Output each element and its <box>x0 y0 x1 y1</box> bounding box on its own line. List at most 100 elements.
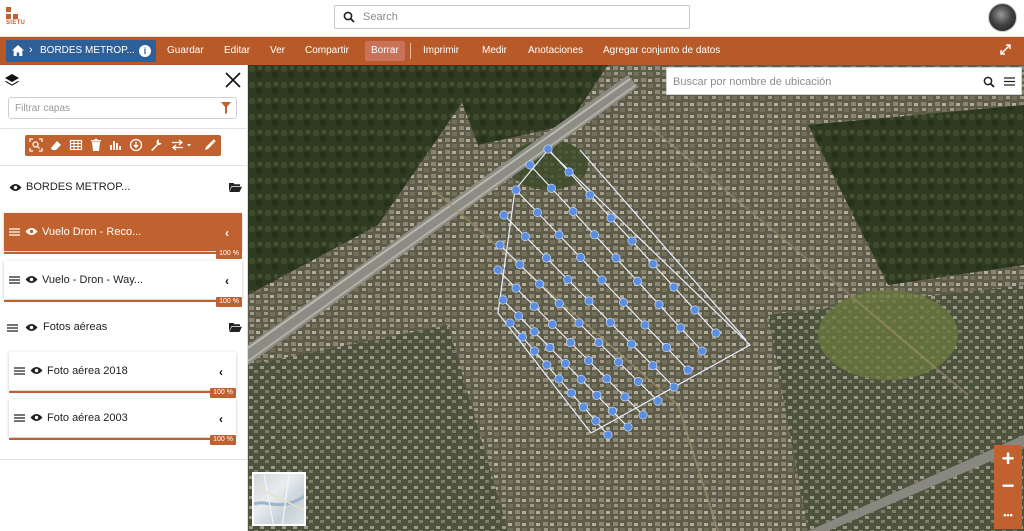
menu-medir[interactable]: Medir <box>482 37 507 65</box>
waypoint-marker[interactable] <box>591 416 601 426</box>
swap-icon[interactable] <box>171 138 193 152</box>
drag-handle-icon[interactable] <box>7 324 18 332</box>
filter-layers-input[interactable] <box>15 101 215 115</box>
chart-icon[interactable] <box>109 138 123 152</box>
drag-handle-icon[interactable] <box>14 367 25 375</box>
waypoint-marker[interactable] <box>515 260 525 270</box>
location-search[interactable] <box>666 67 1022 95</box>
waypoint-marker[interactable] <box>603 430 613 440</box>
waypoint-marker[interactable] <box>493 265 503 275</box>
waypoint-marker[interactable] <box>669 382 679 392</box>
waypoint-marker[interactable] <box>574 318 584 328</box>
waypoint-marker[interactable] <box>534 279 544 289</box>
waypoint-marker[interactable] <box>585 190 595 200</box>
waypoint-marker[interactable] <box>626 339 636 349</box>
waypoint-marker[interactable] <box>541 253 551 263</box>
chevron-left-icon[interactable]: ‹ <box>225 274 229 288</box>
eye-icon[interactable] <box>25 227 38 236</box>
menu-borrar[interactable]: Borrar <box>365 41 405 61</box>
waypoint-marker[interactable] <box>525 160 535 170</box>
eye-icon[interactable] <box>25 323 38 332</box>
waypoint-marker[interactable] <box>711 328 721 338</box>
waypoint-marker[interactable] <box>653 396 663 406</box>
download-icon[interactable] <box>129 138 143 152</box>
drag-handle-icon[interactable] <box>9 276 20 284</box>
waypoint-marker[interactable] <box>697 346 707 356</box>
global-search[interactable] <box>334 5 690 29</box>
waypoint-marker[interactable] <box>613 357 623 367</box>
waypoint-marker[interactable] <box>669 282 679 292</box>
waypoint-marker[interactable] <box>560 358 570 368</box>
waypoint-marker[interactable] <box>546 183 556 193</box>
waypoint-marker[interactable] <box>592 390 602 400</box>
waypoint-marker[interactable] <box>611 253 621 263</box>
menu-compartir[interactable]: Compartir <box>305 37 349 65</box>
waypoint-marker[interactable] <box>517 332 527 342</box>
waypoint-marker[interactable] <box>602 374 612 384</box>
chevron-left-icon[interactable]: ‹ <box>219 365 223 379</box>
waypoint-marker[interactable] <box>683 365 693 375</box>
opacity-bar[interactable] <box>4 300 242 302</box>
waypoint-marker[interactable] <box>594 337 604 347</box>
waypoint-marker[interactable] <box>661 342 671 352</box>
waypoint-marker[interactable] <box>520 232 530 242</box>
waypoint-marker[interactable] <box>597 275 607 285</box>
waypoint-marker[interactable] <box>606 213 616 223</box>
menu-guardar[interactable]: Guardar <box>167 37 204 65</box>
waypoint-marker[interactable] <box>648 360 658 370</box>
zoom-to-layer-icon[interactable] <box>29 138 43 152</box>
waypoint-marker[interactable] <box>654 300 664 310</box>
chevron-left-icon[interactable]: ‹ <box>219 412 223 426</box>
waypoint-marker[interactable] <box>568 207 578 217</box>
filter-icon[interactable] <box>221 102 231 114</box>
menu-editar[interactable]: Editar <box>224 37 250 65</box>
waypoint-marker[interactable] <box>584 356 594 366</box>
eye-icon[interactable] <box>30 413 43 422</box>
drag-handle-icon[interactable] <box>14 414 25 422</box>
waypoint-marker[interactable] <box>529 327 539 337</box>
drag-handle-icon[interactable] <box>9 228 20 236</box>
waypoint-marker[interactable] <box>565 337 575 347</box>
waypoint-marker[interactable] <box>499 210 509 220</box>
waypoint-marker[interactable] <box>690 305 700 315</box>
waypoint-marker[interactable] <box>564 167 574 177</box>
waypoint-marker[interactable] <box>554 374 564 384</box>
waypoint-marker[interactable] <box>554 299 564 309</box>
waypoint-marker[interactable] <box>675 323 685 333</box>
waypoint-marker[interactable] <box>532 208 542 218</box>
close-icon[interactable] <box>224 71 242 89</box>
layer-vuelo-dron-way[interactable]: Vuelo - Dron - Way... ‹ 100 % <box>4 261 242 307</box>
waypoint-marker[interactable] <box>605 318 615 328</box>
waypoint-marker[interactable] <box>545 343 555 353</box>
waypoint-marker[interactable] <box>607 406 617 416</box>
layer-vuelo-dron-reco[interactable]: Vuelo Dron - Reco... ‹ 100 % <box>4 213 242 259</box>
user-avatar[interactable] <box>988 3 1017 32</box>
folder-icon[interactable] <box>229 182 242 192</box>
waypoint-marker[interactable] <box>529 301 539 311</box>
breadcrumb[interactable]: › BORDES METROP... i <box>6 40 156 62</box>
waypoint-marker[interactable] <box>576 374 586 384</box>
waypoint-marker[interactable] <box>578 402 588 412</box>
chevron-left-icon[interactable]: ‹ <box>225 226 229 240</box>
zoom-in-button[interactable]: + <box>994 445 1022 473</box>
waypoint-marker[interactable] <box>575 253 585 263</box>
basemap-switcher[interactable] <box>252 472 306 526</box>
table-icon[interactable] <box>69 138 83 152</box>
waypoint-marker[interactable] <box>620 392 630 402</box>
waypoint-marker[interactable] <box>638 410 648 420</box>
opacity-bar[interactable] <box>9 391 236 393</box>
waypoint-marker[interactable] <box>511 283 521 293</box>
filter-layers[interactable] <box>8 97 237 119</box>
eye-icon[interactable] <box>30 366 43 375</box>
waypoint-marker[interactable] <box>563 275 573 285</box>
style-picker-icon[interactable] <box>203 138 217 152</box>
eraser-icon[interactable] <box>49 138 63 152</box>
waypoint-marker[interactable] <box>648 259 658 269</box>
waypoint-marker[interactable] <box>514 311 524 321</box>
folder-icon[interactable] <box>229 322 242 332</box>
waypoint-marker[interactable] <box>640 320 650 330</box>
waypoint-marker[interactable] <box>566 388 576 398</box>
menu-imprimir[interactable]: Imprimir <box>423 37 459 65</box>
waypoint-marker[interactable] <box>529 346 539 356</box>
location-search-input[interactable] <box>673 75 963 89</box>
